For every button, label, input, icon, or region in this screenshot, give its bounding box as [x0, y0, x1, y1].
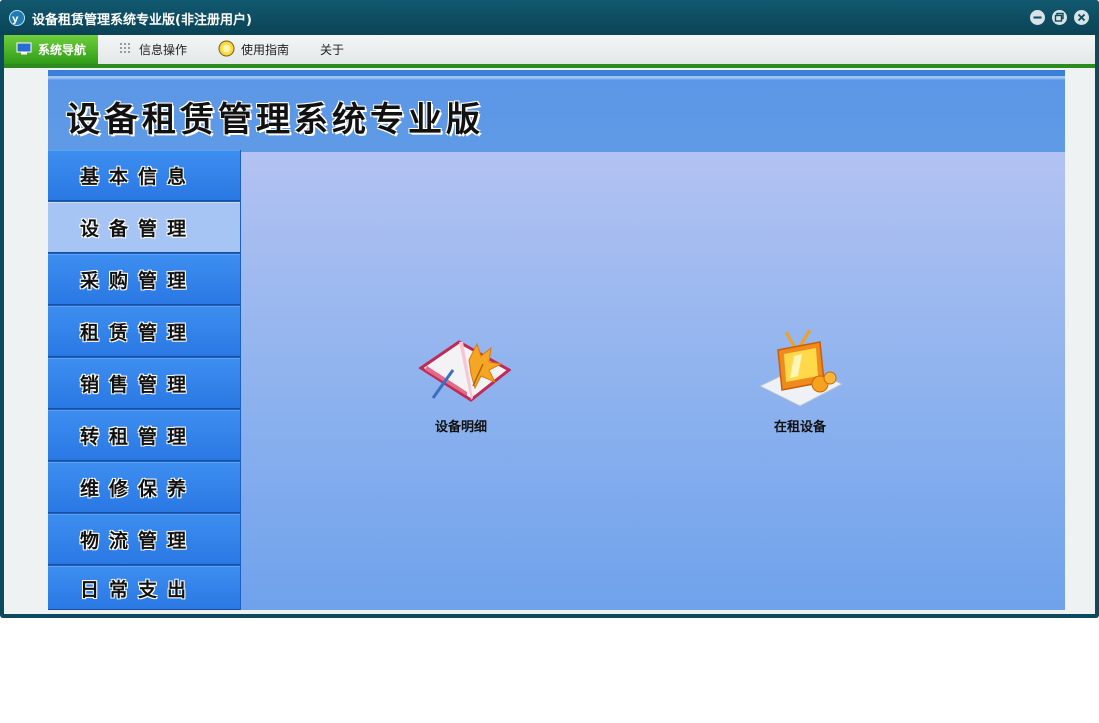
monitor-icon: [16, 42, 32, 58]
minimize-button[interactable]: [1030, 10, 1045, 25]
menu-bar: 系统导航 信息操作 使用指南 关于: [4, 35, 1095, 65]
sidebar-item-equipment[interactable]: 设备管理: [48, 202, 240, 253]
sidebar-item-basic-info[interactable]: 基本信息: [48, 150, 240, 201]
banner: 设备租赁管理系统专业版: [48, 70, 1065, 152]
sidebar-item-label: 设备管理: [80, 218, 197, 240]
app-window: y 设备租赁管理系统专业版(非注册用户) 系统导航 信息操作 使用指南 关于 设…: [0, 0, 1099, 618]
sidebar-item-purchase[interactable]: 采购管理: [48, 254, 240, 305]
sidebar-item-label: 基本信息: [80, 166, 197, 188]
content-area: 设备明细 在租设备: [241, 152, 1065, 610]
sidebar-item-label: 日常支出: [80, 578, 197, 601]
sidebar-item-label: 租赁管理: [80, 322, 197, 344]
restore-icon: [1054, 12, 1064, 22]
help-bulb-icon: [218, 40, 235, 60]
menu-item-about[interactable]: 关于: [320, 35, 344, 64]
sidebar-item-label: 采购管理: [80, 270, 197, 292]
tile-label: 设备明细: [434, 420, 487, 435]
book-leaf-icon: [418, 340, 512, 402]
tv-icon: [758, 329, 844, 407]
grid-icon: [119, 42, 133, 57]
menu-item-guide[interactable]: 使用指南: [218, 35, 289, 64]
window-title: 设备租赁管理系统专业版(非注册用户): [32, 13, 252, 28]
svg-text:y: y: [12, 14, 19, 25]
sidebar-item-label: 销售管理: [80, 374, 197, 396]
tile-rented-equipment[interactable]: 在租设备: [740, 324, 860, 435]
title-bar[interactable]: y 设备租赁管理系统专业版(非注册用户): [0, 0, 1099, 35]
close-button[interactable]: [1074, 10, 1089, 25]
menu-item-system-nav[interactable]: 系统导航: [4, 35, 99, 64]
restore-button[interactable]: [1052, 10, 1067, 25]
close-icon: [1077, 13, 1086, 22]
sidebar-item-maintenance[interactable]: 维修保养: [48, 462, 240, 513]
banner-title: 设备租赁管理系统专业版: [66, 100, 484, 140]
main-panel: 设备租赁管理系统专业版 基本信息 设备管理 采购管理 租赁管理 销售管理 转租管…: [48, 70, 1065, 610]
menu-item-label: 关于: [320, 43, 345, 57]
sidebar-item-label: 物流管理: [80, 530, 197, 552]
menu-item-label: 系统导航: [38, 43, 87, 57]
tile-label: 在租设备: [773, 420, 826, 435]
sidebar-item-label: 维修保养: [80, 478, 197, 500]
app-logo-icon: y: [9, 10, 25, 26]
menu-item-label: 使用指南: [241, 43, 290, 57]
sidebar-item-label: 转租管理: [80, 426, 197, 448]
sidebar-item-daily-expense[interactable]: 日常支出: [48, 566, 240, 610]
sidebar-item-sublease[interactable]: 转租管理: [48, 410, 240, 461]
sidebar-item-logistics[interactable]: 物流管理: [48, 514, 240, 565]
menu-item-info-ops[interactable]: 信息操作: [119, 35, 187, 64]
menu-item-label: 信息操作: [139, 43, 188, 57]
sidebar: 基本信息 设备管理 采购管理 租赁管理 销售管理 转租管理 维修保养 物流管理: [48, 150, 241, 610]
tile-equipment-detail[interactable]: 设备明细: [401, 330, 521, 435]
sidebar-item-sales[interactable]: 销售管理: [48, 358, 240, 409]
sidebar-item-rental[interactable]: 租赁管理: [48, 306, 240, 357]
minimize-icon: [1033, 16, 1042, 19]
